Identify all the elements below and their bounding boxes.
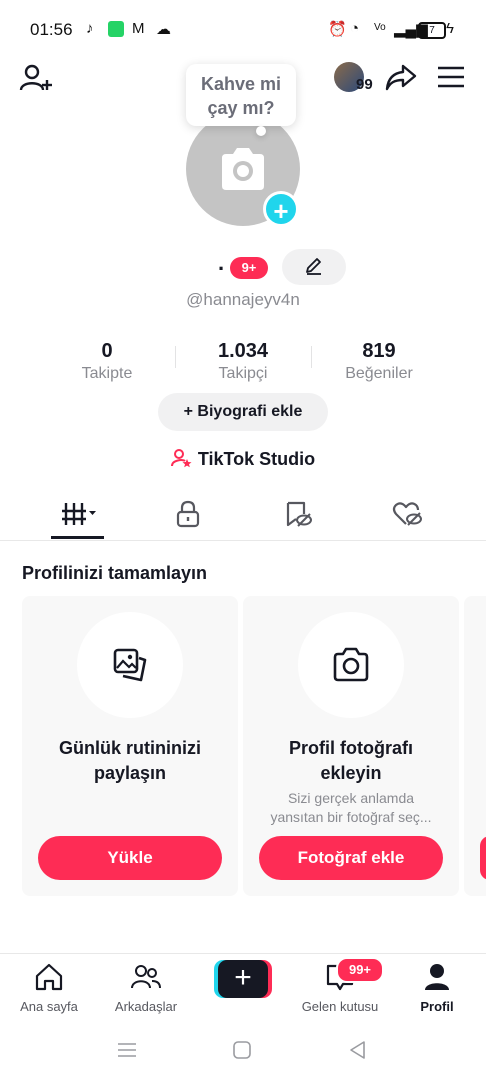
system-nav-bar <box>0 1030 486 1080</box>
camera-icon <box>222 148 264 190</box>
upload-button[interactable]: Yükle <box>38 836 222 880</box>
app-notif-icon <box>108 21 124 37</box>
cloud-icon: ☁ <box>156 21 171 38</box>
tab-videos[interactable] <box>28 488 128 540</box>
add-bio-button[interactable]: + Biyografi ekle <box>158 393 328 431</box>
add-friend-button[interactable] <box>18 62 54 96</box>
edit-profile-button[interactable] <box>282 249 346 285</box>
nav-friends[interactable]: Arkadaşlar <box>98 962 194 1014</box>
following-count: 0 <box>101 340 113 362</box>
followers-count: 1.034 <box>217 340 269 362</box>
followers-stat[interactable]: 1.034 Takipçi <box>173 340 313 383</box>
recent-apps-icon[interactable] <box>116 1040 138 1060</box>
inbox-badge: 99+ <box>336 957 384 983</box>
card-title-line: ekleyin <box>320 763 382 783</box>
note-bubble[interactable]: Kahve mi çay mı? <box>186 64 296 126</box>
nav-inbox-label: Gelen kutusu <box>301 999 379 1014</box>
share-icon <box>385 64 417 91</box>
tab-favorites[interactable] <box>248 488 348 540</box>
menu-button[interactable] <box>436 64 466 90</box>
card-icon-circle <box>298 612 404 718</box>
card-icon-circle <box>77 612 183 718</box>
nav-home[interactable]: Ana sayfa <box>1 962 97 1014</box>
note-line-1: Kahve mi <box>200 74 282 94</box>
profile-icon <box>425 964 449 990</box>
create-button[interactable]: + <box>214 960 272 998</box>
status-time: 01:56 <box>30 20 73 39</box>
card-profile-photo: Profil fotoğrafı ekleyin Sizi gerçek anl… <box>243 596 459 896</box>
pencil-icon <box>306 257 321 275</box>
nav-profile[interactable]: Profil <box>389 962 485 1014</box>
tiktok-studio-link[interactable]: TikTok Studio <box>0 448 486 470</box>
tiktok-notif-icon: ♪ <box>86 20 94 37</box>
card-peek-button <box>480 836 486 880</box>
tab-private[interactable] <box>138 488 238 540</box>
add-photo-button[interactable]: Fotoğraf ekle <box>259 836 443 880</box>
card-title-line: Günlük rutininizi <box>59 738 201 758</box>
likes-count: 819 <box>362 340 396 362</box>
heart-hidden-icon <box>392 502 422 526</box>
notification-badge[interactable]: 9+ <box>230 257 268 279</box>
volte-icon: Vo <box>374 22 386 33</box>
display-name: . <box>218 250 225 275</box>
charging-icon: ϟ <box>446 20 454 37</box>
battery-icon: 7 <box>418 22 446 39</box>
note-line-2: çay mı? <box>207 98 275 118</box>
complete-profile-title: Profilinizi tamamlayın <box>22 563 208 583</box>
home-icon <box>35 963 63 991</box>
card-title: Günlük rutininizi paylaşın <box>32 736 228 786</box>
following-stat[interactable]: 0 Takipte <box>37 340 177 383</box>
bookmark-hidden-icon <box>286 501 312 527</box>
status-bar: 01:56 ♪ M ☁ ⏰ ◔ Vo ▂▄▆ 7 ϟ <box>0 0 486 60</box>
add-user-icon <box>19 64 52 91</box>
card-title-line: Profil fotoğrafı <box>289 738 413 758</box>
tab-liked[interactable] <box>358 488 458 540</box>
nav-friends-label: Arkadaşlar <box>114 999 178 1014</box>
lock-icon <box>176 500 200 528</box>
username: @hannajeyv4n <box>186 290 300 309</box>
alarm-icon: ⏰ <box>328 21 347 38</box>
wifi-icon: ◔ <box>350 20 360 37</box>
likes-label: Beğeniler <box>345 365 413 382</box>
add-photo-badge[interactable]: + <box>263 191 299 227</box>
plus-icon: + <box>218 960 268 998</box>
nav-profile-label: Profil <box>420 999 454 1014</box>
grid-videos-icon <box>62 503 96 525</box>
card-title-line: paylaşın <box>93 763 167 783</box>
card-peek <box>464 596 486 896</box>
camera-icon <box>333 647 369 682</box>
gmail-icon: M <box>132 20 145 37</box>
hamburger-icon <box>438 66 464 88</box>
studio-user-star-icon <box>170 449 192 468</box>
likes-stat[interactable]: 819 Beğeniler <box>309 340 449 383</box>
active-tab-indicator <box>51 536 104 539</box>
photos-icon <box>113 648 147 682</box>
nav-home-label: Ana sayfa <box>20 999 78 1014</box>
home-square-icon[interactable] <box>232 1040 252 1060</box>
back-triangle-icon[interactable] <box>348 1040 368 1060</box>
following-label: Takipte <box>81 365 133 382</box>
story-count: 99 <box>356 76 373 93</box>
card-daily-routine: Günlük rutininizi paylaşın Yükle <box>22 596 238 896</box>
profile-tabs <box>0 488 486 541</box>
share-profile-button[interactable] <box>384 62 418 92</box>
bubble-tail <box>256 126 266 136</box>
tiktok-studio-label: TikTok Studio <box>197 449 316 469</box>
card-title: Profil fotoğrafı ekleyin <box>253 736 449 786</box>
followers-label: Takipçi <box>218 365 268 382</box>
friends-icon <box>131 965 161 989</box>
card-desc-line: yansıtan bir fotoğraf seç... <box>270 809 432 825</box>
card-desc-line: Sizi gerçek anlamda <box>287 790 415 806</box>
card-description: Sizi gerçek anlamda yansıtan bir fotoğra… <box>253 789 449 827</box>
